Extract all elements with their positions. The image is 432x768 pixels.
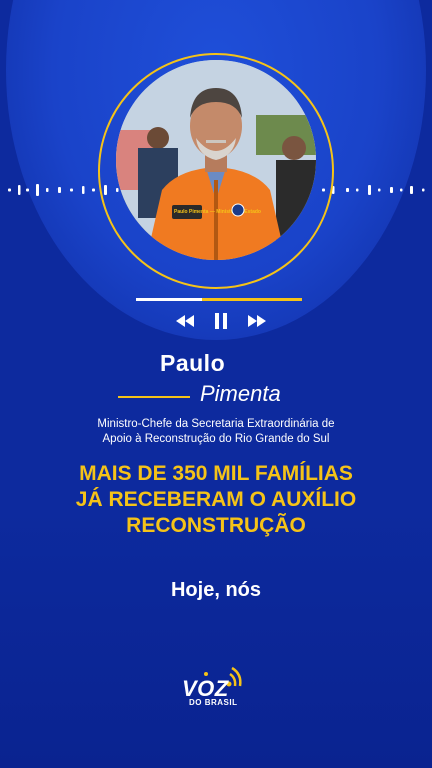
waveform-bar [378, 188, 381, 192]
headline-line: JÁ RECEBERAM O AUXÍLIO [75, 488, 357, 511]
waveform-bar [26, 188, 29, 192]
playback-progress-bar[interactable] [136, 298, 302, 301]
player-controls [176, 312, 266, 334]
name-divider [118, 396, 190, 398]
waveform-bar [356, 188, 359, 192]
headline-line: MAIS DE 350 MIL FAMÍLIAS [79, 462, 353, 485]
speaker-last-name: Pimenta [200, 381, 281, 406]
voz-do-brasil-logo: VOZ DO BRASIL [176, 662, 256, 712]
waveform-bar [18, 185, 21, 195]
rewind-icon[interactable] [176, 314, 194, 332]
waveform-bar [390, 187, 393, 193]
waveform-bar [82, 186, 85, 194]
progress-fill [136, 298, 203, 301]
waveform-bar [410, 186, 413, 194]
headline: MAIS DE 350 MIL FAMÍLIAS JÁ RECEBERAM O … [40, 461, 392, 539]
live-caption: Hoje, nós [170, 579, 261, 601]
name-badge-text: Paulo Pimenta — Ministro de Estado [174, 209, 261, 215]
waveform-bar [8, 188, 11, 192]
waveform-bar [346, 188, 349, 192]
waveform-bar [368, 185, 371, 195]
speaker-photo: Paulo Pimenta — Ministro de Estado [116, 60, 316, 260]
role-line: Apoio à Reconstrução do Rio Grande do Su… [102, 433, 330, 445]
logo-subtitle: DO BRASIL [189, 698, 238, 707]
waveform-bar [400, 188, 403, 192]
role-line: Ministro-Chefe da Secretaria Extraordiná… [97, 418, 335, 430]
headline-line: RECONSTRUÇÃO [126, 514, 306, 537]
speaker-first-name: Paulo [160, 350, 226, 376]
waveform-bar [36, 184, 39, 196]
waveform-bar [92, 188, 95, 192]
waveform-bar [46, 188, 49, 192]
pause-icon[interactable] [214, 312, 228, 334]
waveform-bar [422, 188, 425, 192]
background-gradient [0, 508, 432, 768]
fast-forward-icon[interactable] [248, 314, 266, 332]
waveform-bar [58, 187, 61, 193]
waveform-bar [70, 188, 73, 192]
speaker-role: Ministro-Chefe da Secretaria Extraordiná… [40, 417, 392, 447]
